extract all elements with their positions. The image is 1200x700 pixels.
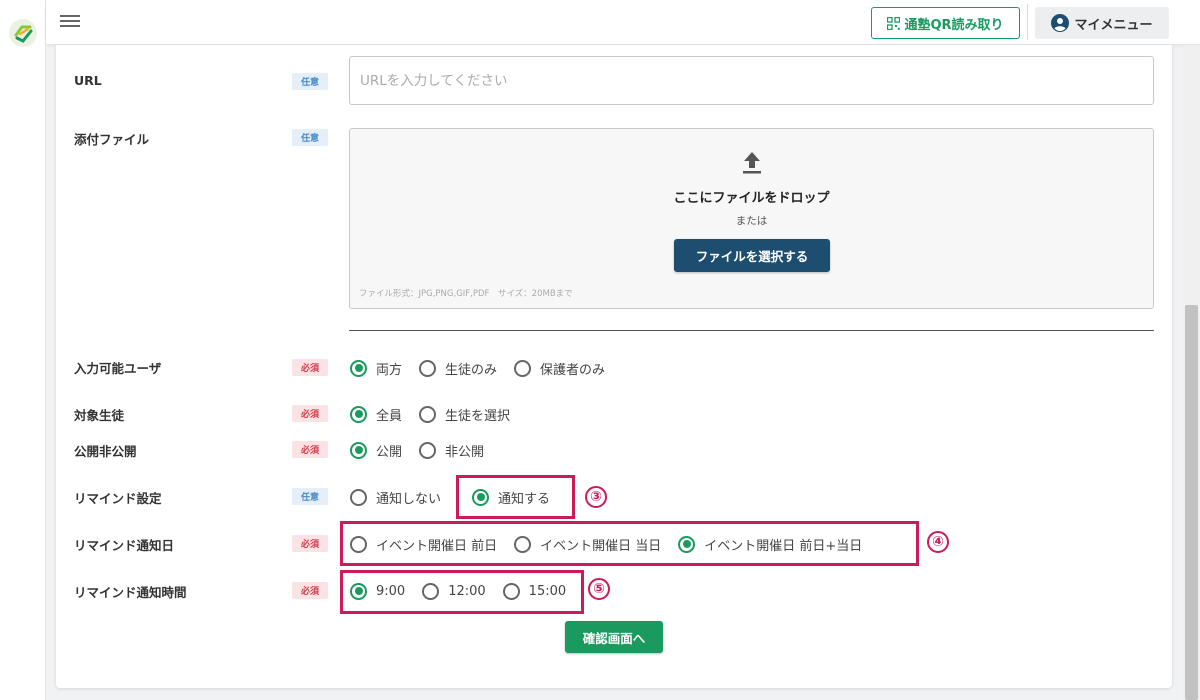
radio-label: 全員 (376, 408, 403, 424)
top-bar: 通塾QR読み取り マイメニュー (46, 0, 1200, 45)
url-input[interactable] (349, 56, 1154, 105)
radio-button[interactable] (514, 359, 532, 377)
radio-public[interactable]: 公開 (350, 441, 402, 460)
drop-or-text: または (735, 215, 768, 227)
annotation-number: ⑤ (588, 578, 610, 600)
section-divider (349, 330, 1154, 331)
radio-button[interactable] (350, 488, 367, 506)
radio-students-only[interactable]: 生徒のみ (419, 359, 497, 378)
radio-all[interactable]: 全員 (350, 405, 402, 424)
attachment-label: 添付ファイル (74, 132, 150, 147)
radio-label: 生徒を選択 (445, 408, 511, 424)
qr-scan-button[interactable]: 通塾QR読み取り (871, 7, 1020, 39)
scrollbar[interactable] (1183, 45, 1200, 700)
optional-badge: 任意 (292, 73, 328, 90)
app-logo-icon[interactable] (8, 18, 38, 48)
radio-private[interactable]: 非公開 (419, 441, 484, 460)
radio-button[interactable] (419, 359, 437, 377)
url-label: URL (74, 73, 102, 88)
scrollbar-thumb[interactable] (1185, 305, 1198, 700)
radio-button[interactable] (350, 405, 367, 423)
radio-guardians-only[interactable]: 保護者のみ (514, 359, 605, 378)
radio-button[interactable] (419, 441, 437, 459)
radio-button[interactable] (419, 405, 437, 423)
confirm-button[interactable]: 確認画面へ (565, 621, 663, 653)
radio-label: 通知しない (376, 491, 442, 507)
highlight-box (456, 475, 575, 519)
left-rail (0, 0, 46, 700)
visibility-radio-group: 公開 非公開 (350, 440, 484, 460)
annotation-number: ④ (927, 531, 949, 553)
hamburger-menu-icon[interactable] (60, 12, 80, 32)
annotation-number: ③ (585, 486, 607, 508)
header-divider (1027, 4, 1028, 40)
remind-setting-label: リマインド設定 (74, 491, 162, 506)
target-students-label: 対象生徒 (74, 408, 125, 423)
radio-button[interactable] (350, 359, 367, 377)
account-circle-icon (1051, 14, 1070, 32)
optional-badge: 任意 (292, 129, 328, 146)
radio-no-notify[interactable]: 通知しない (350, 488, 441, 507)
required-badge: 必須 (292, 441, 328, 458)
radio-label: 公開 (376, 444, 403, 460)
optional-badge: 任意 (292, 488, 328, 505)
upload-icon (743, 152, 761, 174)
qr-scan-button-label: 通塾QR読み取り (904, 17, 1004, 33)
radio-label: 非公開 (445, 444, 485, 460)
my-menu-button-label: マイメニュー (1074, 17, 1153, 33)
required-badge: 必須 (292, 405, 328, 422)
radio-label: 保護者のみ (540, 362, 606, 378)
required-badge: 必須 (292, 582, 328, 599)
highlight-box (340, 521, 919, 566)
radio-both[interactable]: 両方 (350, 359, 402, 378)
required-badge: 必須 (292, 359, 328, 376)
highlight-box (340, 570, 584, 614)
file-format-hint: ファイル形式：JPG,PNG,GIF,PDF サイズ：20MBまで (359, 289, 573, 299)
select-file-button[interactable]: ファイルを選択する (674, 239, 830, 272)
file-dropzone[interactable]: ここにファイルをドロップ または ファイルを選択する ファイル形式：JPG,PN… (349, 128, 1154, 309)
remind-day-label: リマインド通知日 (74, 538, 175, 553)
my-menu-button[interactable]: マイメニュー (1035, 7, 1169, 39)
remind-time-label: リマインド通知時間 (74, 585, 187, 600)
qr-code-icon (887, 16, 901, 30)
target-students-radio-group: 全員 生徒を選択 (350, 404, 510, 424)
visibility-label: 公開非公開 (74, 444, 137, 459)
radio-label: 生徒のみ (445, 362, 498, 378)
radio-label: 両方 (376, 362, 403, 378)
radio-select-students[interactable]: 生徒を選択 (419, 405, 510, 424)
drop-title: ここにファイルをドロップ (673, 191, 830, 206)
input-users-radio-group: 両方 生徒のみ 保護者のみ (350, 358, 605, 378)
radio-button[interactable] (350, 441, 367, 459)
required-badge: 必須 (292, 535, 328, 552)
input-users-label: 入力可能ユーザ (74, 361, 162, 376)
